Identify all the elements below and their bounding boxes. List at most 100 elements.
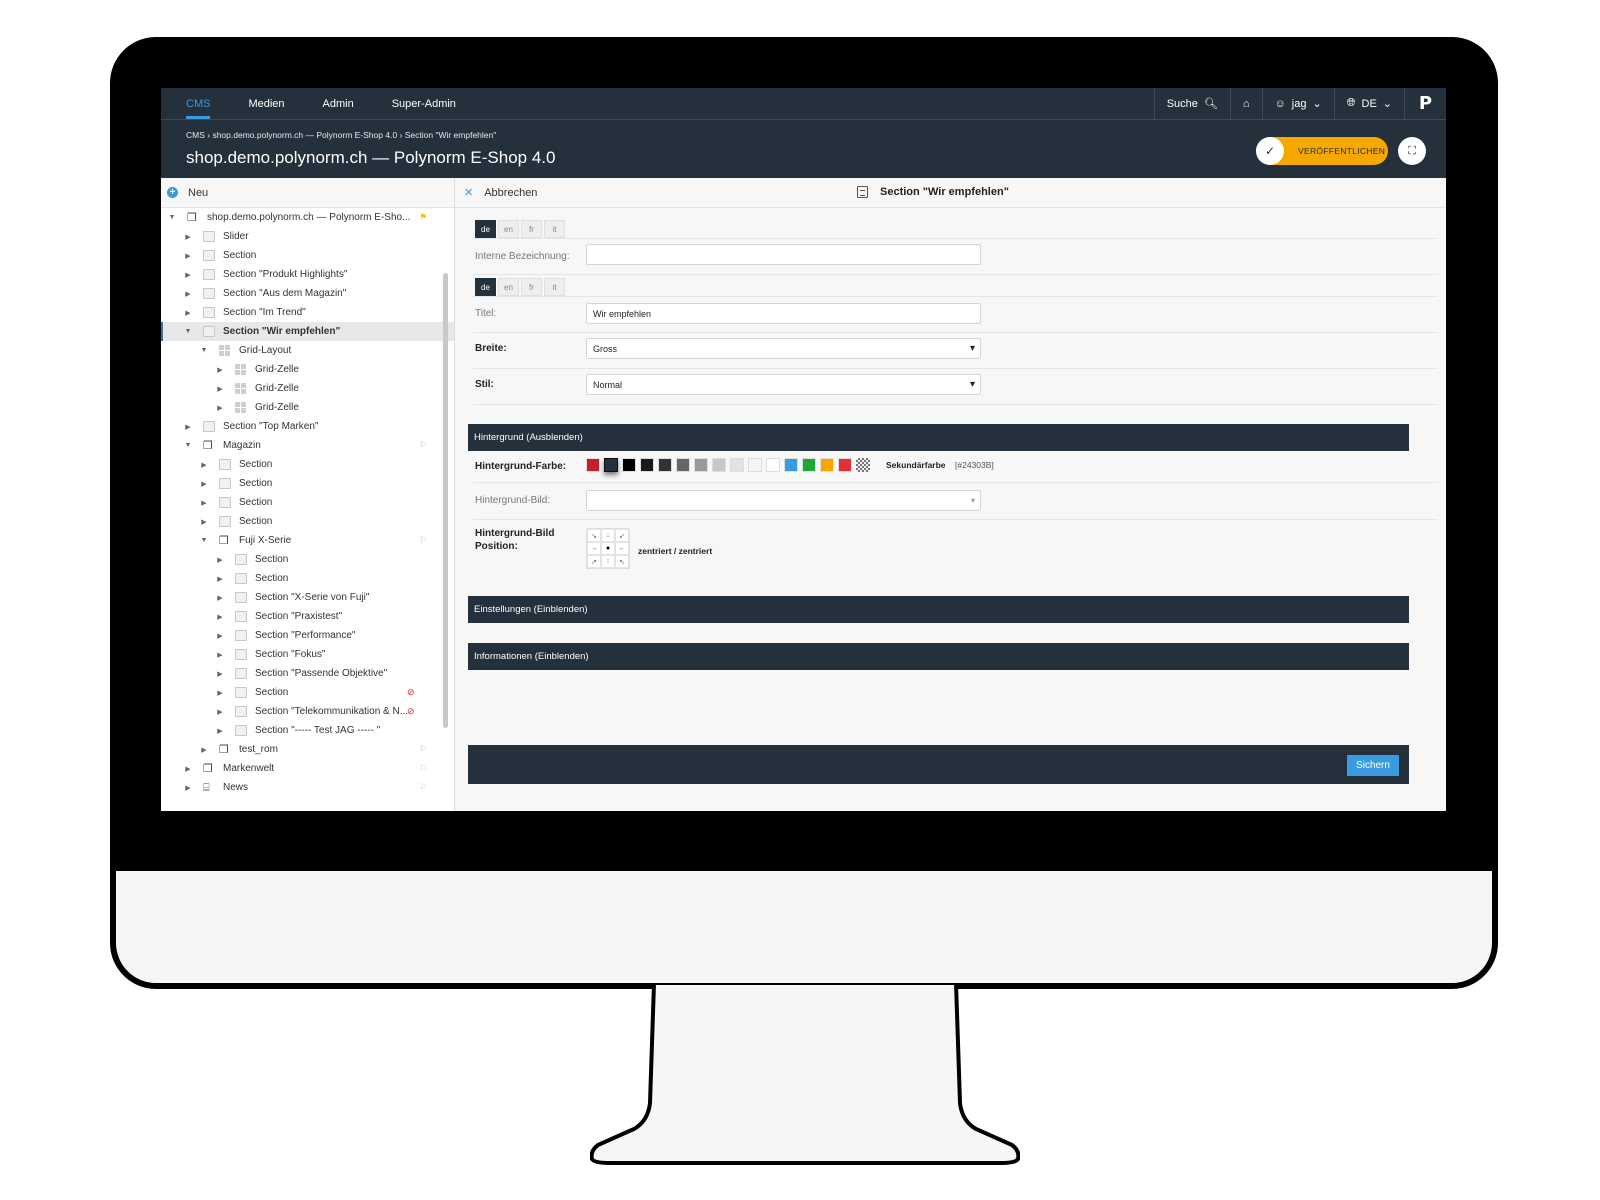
caret-right-icon[interactable]: ▶ [199,746,209,754]
color-swatch[interactable] [622,458,636,472]
tree-item[interactable]: ▶ Section "Fokus" [161,645,454,664]
tree-item[interactable]: ▶ Section ⊘ [161,683,454,702]
caret-right-icon[interactable]: ▶ [215,632,225,640]
caret-right-icon[interactable]: ▶ [199,461,209,469]
caret-right-icon[interactable]: ▶ [215,651,225,659]
info-panel-toggle[interactable]: Informationen (Einblenden) [468,643,1409,670]
lang-tab-fr[interactable]: fr [521,220,542,238]
position-arrow-icon[interactable]: ↘ [587,529,601,542]
caret-right-icon[interactable]: ▶ [215,613,225,621]
fullscreen-button[interactable]: ⛶ [1398,137,1426,165]
internal-name-input[interactable] [586,244,981,265]
caret-right-icon[interactable]: ▶ [215,689,225,697]
lang-tab-en[interactable]: en [498,220,519,238]
tree-item[interactable]: ▶ Grid-Zelle [161,360,454,379]
color-swatch[interactable] [658,458,672,472]
color-swatch[interactable] [766,458,780,472]
position-arrow-icon[interactable]: ↙ [615,529,629,542]
tree-item[interactable]: ▶ Section [161,493,454,512]
nav-cms[interactable]: CMS [161,88,229,119]
caret-right-icon[interactable]: ▶ [215,404,225,412]
caret-right-icon[interactable]: ▶ [183,252,193,260]
color-swatch[interactable] [820,458,834,472]
nav-medien[interactable]: Medien [229,88,303,119]
tree-item[interactable]: ▶ Section [161,246,454,265]
tree-item[interactable]: ▶ Slider [161,227,454,246]
position-arrow-icon[interactable]: ↓ [601,529,615,542]
caret-right-icon[interactable]: ▶ [215,385,225,393]
color-swatch[interactable] [802,458,816,472]
caret-right-icon[interactable]: ▶ [183,309,193,317]
caret-right-icon[interactable]: ▶ [215,366,225,374]
tree-item[interactable]: ▶ ❐ Markenwelt ⚐ [161,759,454,778]
caret-right-icon[interactable]: ▶ [183,233,193,241]
caret-right-icon[interactable]: ▶ [183,271,193,279]
caret-right-icon[interactable]: ▶ [183,765,193,773]
sidebar-scrollbar[interactable] [443,273,448,728]
nav-admin[interactable]: Admin [304,88,373,119]
background-image-select[interactable] [586,490,981,511]
caret-right-icon[interactable]: ▶ [183,784,193,792]
caret-right-icon[interactable]: ▶ [215,708,225,716]
background-panel-toggle[interactable]: Hintergrund (Ausblenden) [468,424,1409,451]
tree-item[interactable]: ▶ Section [161,512,454,531]
tree-item[interactable]: ▼ Grid-Layout [161,341,454,360]
position-arrow-icon[interactable]: ← [615,542,629,555]
caret-down-icon[interactable]: ▼ [167,214,177,221]
tree-item[interactable]: ▶ Section "Aus dem Magazin" [161,284,454,303]
caret-right-icon[interactable]: ▶ [215,575,225,583]
color-swatch[interactable] [730,458,744,472]
caret-right-icon[interactable]: ▶ [215,727,225,735]
lang-tab-en[interactable]: en [498,278,519,296]
tree-item[interactable]: ▶ Section [161,474,454,493]
lang-tab-fr[interactable]: fr [521,278,542,296]
caret-right-icon[interactable]: ▶ [199,518,209,526]
width-select[interactable]: Gross [586,338,981,359]
caret-right-icon[interactable]: ▶ [199,480,209,488]
tree-item[interactable]: ▶ Section [161,455,454,474]
caret-right-icon[interactable]: ▶ [199,499,209,507]
position-arrow-icon[interactable]: ↑ [601,555,615,568]
caret-down-icon[interactable]: ▼ [199,347,209,354]
color-swatch[interactable] [712,458,726,472]
tree-item[interactable]: ▶ Section "Performance" [161,626,454,645]
save-button[interactable]: Sichern [1347,755,1399,776]
tree-item[interactable]: ▶ Section "X-Serie von Fuji" [161,588,454,607]
position-arrow-icon[interactable]: → [587,542,601,555]
style-select[interactable]: Normal [586,374,981,395]
position-center[interactable]: ● [601,542,615,555]
home-button[interactable]: ⌂ [1229,88,1262,119]
lang-tab-de[interactable]: de [475,220,496,238]
color-swatch[interactable] [640,458,654,472]
language-menu[interactable]: 🌐︎ DE ⌄ [1333,88,1404,119]
tree-item[interactable]: ▶ Grid-Zelle [161,398,454,417]
lang-tab-it[interactable]: it [544,278,565,296]
cancel-button[interactable]: ✕ Abbrechen [464,186,537,200]
title-input[interactable]: Wir empfehlen [586,303,981,324]
caret-right-icon[interactable]: ▶ [215,556,225,564]
tree-item[interactable]: ▶ Section "Produkt Highlights" [161,265,454,284]
tree-item[interactable]: ▶ ⌸ News ⚐ [161,778,454,797]
lang-tab-de[interactable]: de [475,278,496,296]
caret-right-icon[interactable]: ▶ [215,594,225,602]
tree-item[interactable]: ▼ ❐ Fuji X-Serie ⚐ [161,531,454,550]
tree-item[interactable]: ▶ Section [161,569,454,588]
publish-toggle[interactable]: ✓ VERÖFFENTLICHEN [1256,137,1388,165]
search-button[interactable]: Suche 🔍︎ [1153,88,1230,119]
user-menu[interactable]: ☺ jag ⌄ [1261,88,1334,119]
tree-item[interactable]: ▶ Section "Telekommunikation & N... ⊘ [161,702,454,721]
color-swatch[interactable] [838,458,852,472]
tree-item[interactable]: ▶ Section "Praxistest" [161,607,454,626]
tree-item[interactable]: ▼ ❐ Magazin ⚐ [161,436,454,455]
lang-tab-it[interactable]: it [544,220,565,238]
nav-super-admin[interactable]: Super-Admin [373,88,475,119]
settings-panel-toggle[interactable]: Einstellungen (Einblenden) [468,596,1409,623]
color-swatch[interactable] [604,458,618,472]
caret-right-icon[interactable]: ▶ [183,290,193,298]
position-arrow-icon[interactable]: ↗ [587,555,601,568]
tree-item[interactable]: ▶ Section "----- Test JAG ----- " [161,721,454,740]
color-swatch[interactable] [748,458,762,472]
caret-down-icon[interactable]: ▼ [183,442,193,449]
tree-item[interactable]: ▶ Section "Top Marken" [161,417,454,436]
caret-down-icon[interactable]: ▼ [183,328,193,335]
